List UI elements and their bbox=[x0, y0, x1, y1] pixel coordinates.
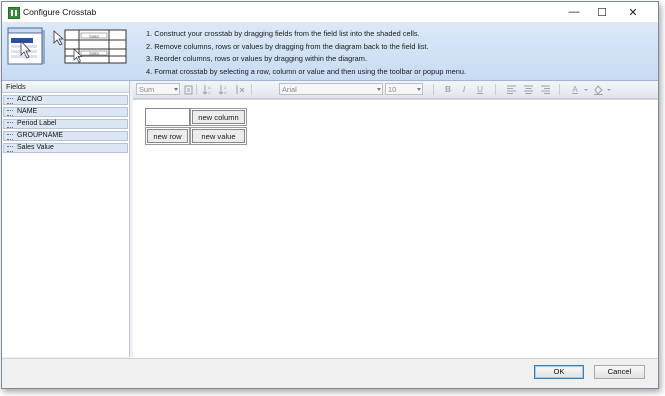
align-center-icon[interactable] bbox=[523, 84, 534, 95]
font-size-value: 10 bbox=[388, 85, 397, 94]
instruction-4: 4. Format crosstab by selecting a row, c… bbox=[146, 66, 467, 76]
dialog-footer: OK Cancel bbox=[2, 358, 658, 388]
font-family-select[interactable]: Arial bbox=[279, 83, 383, 95]
field-item-accno[interactable]: ACCNO bbox=[3, 95, 128, 105]
value-cell[interactable]: new value bbox=[190, 127, 247, 145]
italic-icon[interactable]: I bbox=[460, 84, 468, 95]
field-label: Sales Value bbox=[17, 144, 54, 151]
bold-icon[interactable]: B bbox=[444, 84, 452, 95]
clear-sort-icon[interactable] bbox=[234, 84, 245, 95]
title-bar: Configure Crosstab — ☐ ✕ bbox=[2, 2, 658, 23]
fields-panel: Fields ACCNO NAME Period Label GROUPNAME… bbox=[2, 81, 130, 357]
app-icon bbox=[8, 7, 20, 19]
svg-text:Z: Z bbox=[208, 90, 211, 95]
drag-grip-icon bbox=[7, 122, 13, 128]
drag-grip-icon bbox=[7, 134, 13, 140]
minimize-button[interactable]: — bbox=[560, 2, 588, 22]
field-label: NAME bbox=[17, 108, 38, 115]
sort-ascending-icon[interactable]: A Z bbox=[202, 84, 213, 95]
chevron-down-icon bbox=[377, 88, 381, 91]
instruction-1: 1. Construct your crosstab by dragging f… bbox=[146, 29, 420, 38]
font-family-value: Arial bbox=[282, 85, 297, 94]
properties-icon[interactable] bbox=[184, 84, 193, 95]
ok-button[interactable]: OK bbox=[534, 365, 584, 379]
chevron-down-icon bbox=[174, 88, 178, 91]
underline-icon[interactable]: U bbox=[476, 84, 484, 95]
field-item-groupname[interactable]: GROUPNAME bbox=[3, 131, 128, 141]
field-item-name[interactable]: NAME bbox=[3, 107, 128, 117]
align-left-icon[interactable] bbox=[506, 84, 517, 95]
field-label: Period Label bbox=[17, 120, 57, 127]
toolbar-divider bbox=[433, 84, 434, 95]
crosstab-diagram-canvas: new column new row new value bbox=[133, 99, 658, 358]
field-item-period-label[interactable]: Period Label bbox=[3, 119, 128, 129]
instruction-3: 3. Reorder columns, rows or values by dr… bbox=[146, 54, 368, 63]
toolbar-divider bbox=[251, 84, 252, 95]
svg-text:Sales: Sales bbox=[89, 51, 99, 56]
field-item-sales-value[interactable]: Sales Value bbox=[3, 143, 128, 153]
window-title: Configure Crosstab bbox=[23, 7, 97, 17]
maximize-button[interactable]: ☐ bbox=[588, 2, 616, 22]
font-size-select[interactable]: 10 bbox=[385, 83, 423, 95]
svg-text:A: A bbox=[224, 90, 227, 95]
fields-header: Fields bbox=[2, 81, 129, 93]
drag-grip-icon bbox=[7, 98, 13, 104]
sort-descending-icon[interactable]: Z A bbox=[218, 84, 229, 95]
field-label: GROUPNAME bbox=[17, 132, 63, 139]
toolbar-divider bbox=[495, 84, 496, 95]
cancel-button[interactable]: Cancel bbox=[594, 365, 645, 379]
font-color-icon[interactable]: A bbox=[571, 84, 579, 95]
aggregate-select[interactable]: Sum bbox=[136, 83, 180, 95]
drag-field-illustration-icon bbox=[7, 27, 45, 65]
format-toolbar: Sum A Z Z A Arial 10 B I U A bbox=[133, 81, 658, 99]
corner-cell bbox=[145, 108, 190, 126]
svg-text:Sales: Sales bbox=[89, 33, 99, 38]
instruction-2: 2. Remove columns, rows or values by dra… bbox=[146, 41, 429, 51]
drag-grip-icon bbox=[7, 146, 13, 152]
toolbar-divider bbox=[559, 84, 560, 95]
aggregate-value: Sum bbox=[139, 85, 155, 94]
field-label: ACCNO bbox=[17, 96, 43, 103]
drag-grip-icon bbox=[7, 110, 13, 116]
chevron-down-icon bbox=[417, 88, 421, 91]
close-button[interactable]: ✕ bbox=[619, 2, 647, 22]
crosstab-grid-illustration-icon: Sales Sales bbox=[64, 29, 127, 64]
configure-crosstab-dialog: Configure Crosstab — ☐ ✕ Sales Sales 1. … bbox=[1, 1, 659, 389]
column-cell[interactable]: new column bbox=[190, 108, 247, 126]
chevron-down-icon[interactable] bbox=[584, 89, 588, 91]
align-right-icon[interactable] bbox=[540, 84, 551, 95]
row-cell[interactable]: new row bbox=[145, 127, 190, 145]
instruction-list: 1. Construct your crosstab by dragging f… bbox=[146, 28, 466, 78]
chevron-down-icon[interactable] bbox=[607, 89, 611, 91]
instructions-banner: Sales Sales 1. Construct your crosstab b… bbox=[2, 23, 658, 81]
toolbar-divider bbox=[196, 84, 197, 95]
fill-color-icon[interactable] bbox=[593, 84, 604, 95]
